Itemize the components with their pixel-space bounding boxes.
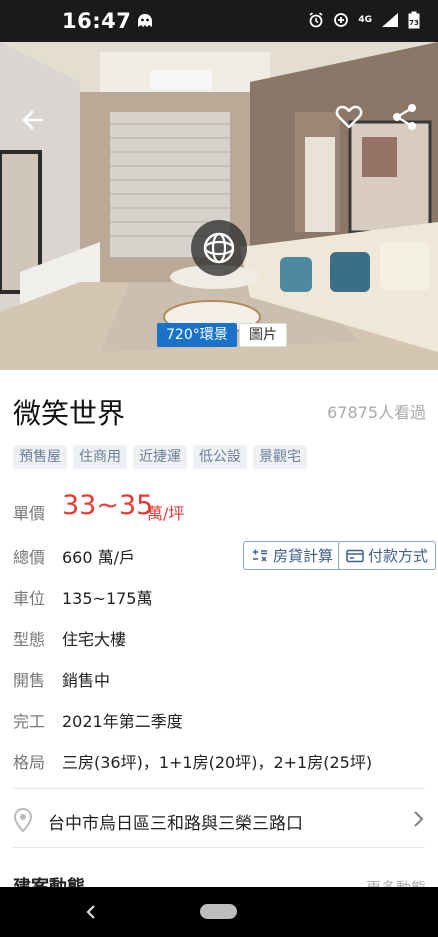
- network-type: 4G: [358, 14, 372, 25]
- divider: [13, 788, 425, 789]
- location-pin-icon: [13, 808, 33, 832]
- alarm-icon: [309, 12, 323, 28]
- home-pill[interactable]: [200, 904, 237, 919]
- data-saver-icon: [334, 13, 349, 27]
- status-time: 16:47: [62, 9, 132, 33]
- floorplan-value: 三房(36坪)，1+1房(20坪)，2+1房(25坪): [62, 753, 373, 772]
- address-text: 台中市烏日區三和路與三榮三路口: [48, 814, 303, 834]
- type-label: 型態: [13, 630, 46, 649]
- photo-tab[interactable]: 圖片: [239, 323, 287, 347]
- sales-value: 銷售中: [62, 671, 111, 690]
- tag: 景觀宅: [253, 445, 307, 469]
- heart-icon[interactable]: [334, 102, 364, 132]
- tag: 近捷運: [133, 445, 187, 469]
- calculator-icon: [253, 549, 267, 562]
- total-price-value: 660 萬/戶: [62, 548, 136, 567]
- signal-icon: [382, 13, 398, 27]
- payment-method-button[interactable]: 付款方式: [338, 541, 437, 570]
- ghost-icon: [138, 14, 152, 27]
- view-720-tab[interactable]: 720°環景: [157, 323, 237, 347]
- system-nav-bar: [0, 887, 438, 937]
- back-arrow-icon[interactable]: [18, 105, 48, 135]
- tag: 低公設: [193, 445, 247, 469]
- tag-list: 預售屋 住商用 近捷運 低公設 景觀宅: [13, 445, 307, 469]
- vr-360-button[interactable]: [191, 220, 247, 276]
- payment-method-label: 付款方式: [368, 547, 429, 565]
- battery-level: 73: [409, 19, 419, 27]
- vr-360-icon: [203, 232, 235, 264]
- share-icon[interactable]: [390, 102, 420, 132]
- sales-label: 開售: [13, 671, 46, 690]
- loan-calculator-button[interactable]: 房貸計算: [243, 541, 342, 570]
- tag: 預售屋: [13, 445, 67, 469]
- living-room-photo: [0, 42, 438, 370]
- view-count: 67875人看過: [327, 403, 426, 422]
- unit-price-label: 單價: [13, 504, 46, 523]
- hero-panorama[interactable]: [0, 42, 438, 370]
- completion-value: 2021年第二季度: [62, 712, 183, 731]
- loan-calculator-label: 房貸計算: [273, 547, 334, 565]
- section-heading: 建案動態: [13, 877, 85, 888]
- battery-icon: 73: [408, 11, 420, 29]
- unit-price-value: 33~35: [62, 490, 154, 521]
- chevron-right-icon: [414, 811, 424, 827]
- unit-price-unit: 萬/坪: [147, 504, 185, 523]
- address-row[interactable]: 台中市烏日區三和路與三榮三路口: [0, 800, 438, 840]
- card-icon: [346, 549, 364, 562]
- status-bar: 16:47 4G 73: [0, 0, 438, 42]
- type-value: 住宅大樓: [62, 630, 127, 649]
- divider: [13, 847, 425, 848]
- total-price-label: 總價: [13, 548, 46, 567]
- parking-value: 135~175萬: [62, 589, 153, 608]
- tag: 住商用: [73, 445, 127, 469]
- parking-label: 車位: [13, 589, 46, 608]
- nav-back-icon[interactable]: [84, 903, 98, 921]
- listing-title: 微笑世界: [13, 397, 126, 430]
- completion-label: 完工: [13, 712, 46, 731]
- floorplan-label: 格局: [13, 753, 46, 772]
